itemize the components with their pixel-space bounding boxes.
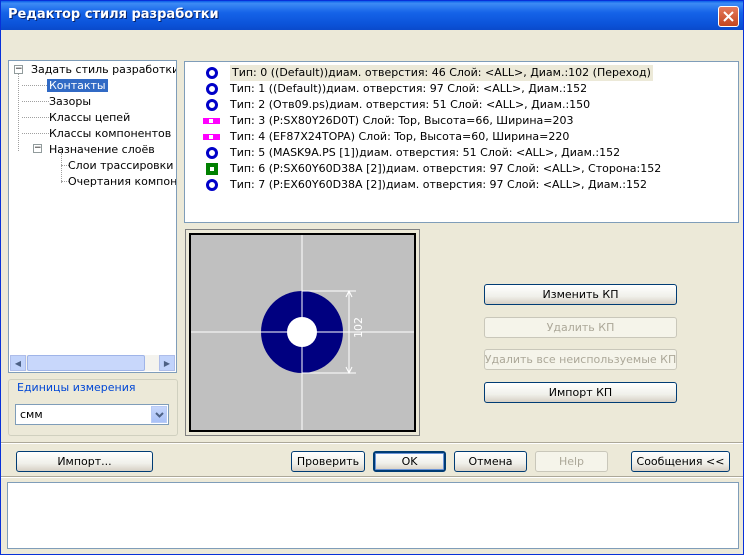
square-pad-icon xyxy=(206,163,218,175)
preview-canvas: 102 xyxy=(189,233,416,432)
dialog-window: Редактор стиля разработки − Задать стиль… xyxy=(0,0,744,555)
chevron-right-icon: ▶ xyxy=(163,358,171,368)
settings-tree[interactable]: − Задать стиль разработки Контакты Зазор… xyxy=(8,60,177,373)
messages-toggle-button[interactable]: Сообщения << xyxy=(631,451,730,472)
tree-item-layer-assignment[interactable]: Назначение слоёв xyxy=(47,142,157,157)
rect-pad-icon xyxy=(203,118,220,124)
units-dropdown-button[interactable] xyxy=(151,406,167,423)
edit-pad-button[interactable]: Изменить КП xyxy=(484,284,677,305)
import-pad-button[interactable]: Импорт КП xyxy=(484,382,677,403)
chevron-down-icon xyxy=(154,411,164,418)
tree-item-clearances[interactable]: Зазоры xyxy=(47,94,93,109)
scroll-right-button[interactable]: ▶ xyxy=(159,355,175,371)
scroll-thumb[interactable] xyxy=(27,355,145,371)
round-pad-icon xyxy=(206,99,218,111)
window-title: Редактор стиля разработки xyxy=(8,7,219,22)
divider xyxy=(1,476,743,478)
round-pad-icon xyxy=(206,179,218,191)
round-pad-icon xyxy=(206,147,218,159)
import-button[interactable]: Импорт... xyxy=(16,451,153,472)
units-select[interactable]: смм xyxy=(15,404,169,425)
chevron-left-icon: ◀ xyxy=(14,358,22,368)
tree-item-component-outlines[interactable]: Очертания компонентов xyxy=(66,174,176,189)
close-icon xyxy=(723,11,734,22)
padstack-preview: 102 xyxy=(185,229,420,436)
round-pad-icon xyxy=(206,83,218,95)
units-group-label: Единицы измерения xyxy=(15,381,138,394)
tree-expander-layer-assignment[interactable]: − xyxy=(33,144,42,153)
tree-horizontal-scrollbar[interactable]: ◀ ▶ xyxy=(10,355,175,371)
ok-button[interactable]: OK xyxy=(373,451,446,472)
tree-item-component-classes[interactable]: Классы компонентов xyxy=(47,126,173,141)
check-button[interactable]: Проверить xyxy=(291,451,365,472)
tree-expander-design-style[interactable]: − xyxy=(14,65,23,74)
cancel-button[interactable]: Отмена xyxy=(454,451,527,472)
units-select-value: смм xyxy=(20,408,43,421)
rect-pad-icon xyxy=(203,134,220,140)
dimension-label: 102 xyxy=(352,317,365,338)
close-button[interactable] xyxy=(718,6,739,27)
divider xyxy=(1,442,743,444)
title-bar[interactable]: Редактор стиля разработки xyxy=(1,1,743,30)
round-pad-icon xyxy=(206,67,218,79)
tree-item-net-classes[interactable]: Классы цепей xyxy=(47,110,132,125)
messages-pane[interactable] xyxy=(7,482,739,549)
delete-pad-button[interactable]: Удалить КП xyxy=(484,317,677,338)
help-button[interactable]: Help xyxy=(535,451,608,472)
delete-unused-pads-button[interactable]: Удалить все неиспользуемые КП xyxy=(484,349,677,370)
tree-item-contacts[interactable]: Контакты xyxy=(47,78,108,93)
tree-item-routing-layers[interactable]: Слои трассировки xyxy=(66,158,175,173)
padstack-list[interactable]: Тип: 0 ((Default))диам. отверстия: 46 Сл… xyxy=(184,61,739,223)
scroll-left-button[interactable]: ◀ xyxy=(10,355,26,371)
tree-item-design-style[interactable]: Задать стиль разработки xyxy=(29,62,176,77)
pad-drawing: 102 xyxy=(191,235,414,430)
